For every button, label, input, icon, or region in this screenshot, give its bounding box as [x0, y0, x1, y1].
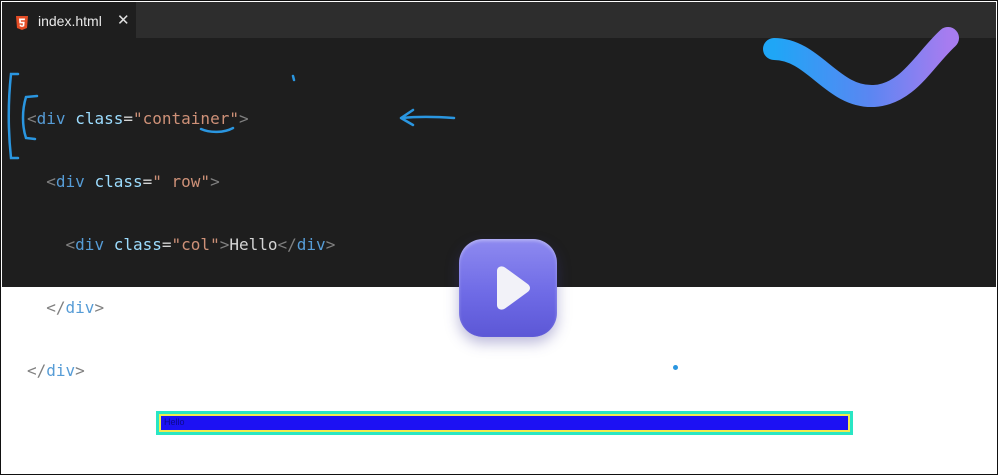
bracket: >: [210, 172, 220, 191]
equals: =: [161, 235, 172, 254]
attr-value: "container": [133, 109, 239, 128]
html5-icon: [16, 16, 28, 30]
bracket: >: [325, 235, 336, 254]
tag-name: div: [296, 235, 326, 254]
close-icon[interactable]: ✕: [117, 11, 130, 29]
code-line-1: <div class="container">: [27, 108, 335, 129]
attr-value: " row": [152, 172, 211, 191]
preview-text: Hello: [164, 417, 185, 427]
video-frame: index.html ✕ <div class="container"> <di…: [0, 0, 998, 475]
bracket: >: [238, 109, 249, 128]
bracket: <: [46, 172, 56, 191]
code-line-5: </div>: [27, 360, 335, 381]
tab-index-html[interactable]: index.html ✕: [2, 2, 136, 38]
preview-col: Hello: [161, 416, 848, 430]
tag-name: div: [36, 109, 66, 128]
tag-name: div: [55, 172, 85, 191]
play-icon: [497, 266, 530, 310]
equals: =: [123, 109, 133, 128]
text-content: Hello: [229, 235, 278, 254]
annotation-dot: [673, 365, 678, 370]
arrow-left-icon: [399, 108, 456, 127]
tag-name: div: [46, 361, 76, 380]
attr-name: class: [113, 235, 162, 254]
tag-name: div: [75, 235, 105, 254]
play-button[interactable]: [459, 239, 557, 337]
tag-name: div: [65, 298, 95, 317]
code-line-3: <div class="col">Hello</div>: [27, 234, 336, 255]
bracket: >: [75, 361, 85, 380]
attr-value: "col": [171, 235, 220, 254]
bracket: <: [65, 235, 76, 254]
attr-name: class: [94, 172, 143, 191]
preview-row: Hello: [156, 411, 853, 435]
bracket: </: [277, 235, 297, 254]
bracket: </: [27, 361, 47, 380]
code-line-4: </div>: [27, 297, 335, 318]
code-content: <div class="container"> <div class=" row…: [27, 66, 335, 423]
attr-name: class: [75, 109, 124, 128]
tab-bar: index.html ✕: [2, 2, 996, 38]
bracket: </: [46, 298, 66, 317]
decorative-swoosh: [763, 27, 959, 107]
code-line-2: <div class=" row">: [27, 171, 335, 192]
tab-label: index.html: [38, 13, 102, 29]
bracket: >: [94, 298, 105, 317]
bracket: <: [27, 109, 37, 128]
bracket-annotation-outer: [7, 72, 20, 160]
equals: =: [142, 172, 153, 191]
bracket: >: [219, 235, 230, 254]
